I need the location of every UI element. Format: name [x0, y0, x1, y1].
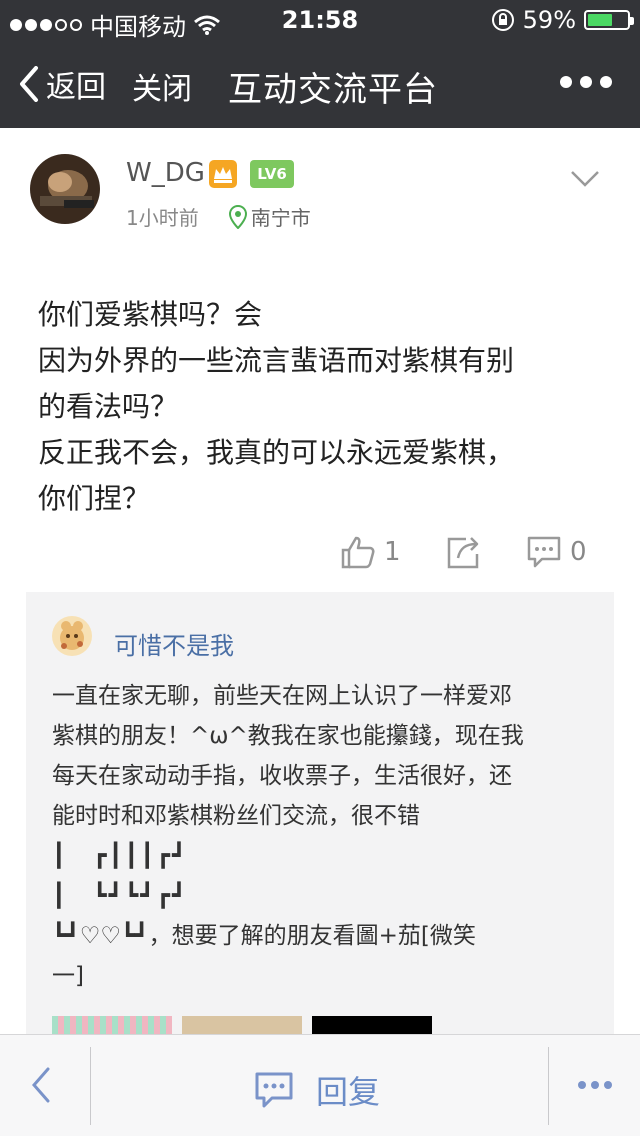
more-dots-icon[interactable]	[560, 76, 612, 88]
top-bar: 中国移动 21:58 59% 返回 关闭 互动交流平台	[0, 0, 640, 128]
comment-line: 每天在家动动手指，收收票子，生活很好，还	[52, 763, 512, 789]
bottom-bar: 回复	[0, 1034, 640, 1136]
post-line: 你们爱紫棋吗？会	[38, 298, 263, 331]
post-line: 你们捏？	[38, 482, 151, 515]
like-count: 1	[384, 537, 401, 567]
comment-icon	[255, 1072, 293, 1108]
post-line: 的看法吗？	[38, 390, 179, 423]
comment-line: ┃ ┗┛┗┛┏┛	[52, 883, 188, 909]
post-content: 你们爱紫棋吗？会 因为外界的一些流言蜚语而对紫棋有别 的看法吗？ 反正我不会，我…	[38, 292, 608, 522]
comment-text: 一直在家无聊，前些天在网上认识了一样爱邓 紫棋的朋友！^ω^教我在家也能攥錢，现…	[52, 676, 597, 996]
share-button[interactable]	[446, 534, 482, 570]
comment-card: 可惜不是我 一直在家无聊，前些天在网上认识了一样爱邓 紫棋的朋友！^ω^教我在家…	[26, 592, 614, 1052]
close-button[interactable]: 关闭	[132, 64, 192, 108]
battery-icon	[584, 10, 634, 30]
location: 南宁市	[228, 202, 311, 231]
post-time: 1小时前	[126, 206, 199, 230]
share-icon	[447, 537, 479, 569]
like-button[interactable]: 1	[340, 534, 401, 570]
reply-button[interactable]: 回复	[254, 1067, 380, 1113]
username[interactable]: W_DG	[126, 158, 205, 188]
back-chevron-icon[interactable]	[28, 1067, 52, 1103]
comment-count: 0	[570, 537, 587, 567]
chevron-down-icon[interactable]	[570, 170, 600, 188]
divider	[90, 1047, 91, 1125]
back-chevron-icon	[20, 66, 38, 102]
comment-line: ┃ ┏┃┃┃┏┛	[52, 843, 188, 869]
location-label: 南宁市	[250, 206, 311, 230]
divider	[548, 1047, 549, 1125]
post-line: 因为外界的一些流言蜚语而对紫棋有别	[38, 344, 515, 377]
status-bar: 中国移动 21:58 59%	[0, 0, 640, 41]
orientation-lock-icon	[491, 9, 514, 31]
post-line: 反正我不会，我真的可以永远爱紫棋，	[38, 436, 515, 469]
crown-icon	[209, 160, 237, 188]
comment-line: 一]	[52, 963, 84, 989]
comment-line: 紫棋的朋友！^ω^教我在家也能攥錢，现在我	[52, 723, 524, 749]
page-title: 互动交流平台	[228, 70, 438, 110]
comment-line: 一直在家无聊，前些天在网上认识了一样爱邓	[52, 683, 512, 709]
post-meta: 1小时前 南宁市	[126, 202, 311, 231]
comment-author[interactable]: 可惜不是我	[114, 626, 234, 661]
comment-avatar[interactable]	[52, 616, 92, 656]
comment-line: 能时时和邓紫棋粉丝们交流，很不错	[52, 803, 420, 829]
level-badge: LV6	[250, 160, 294, 188]
comment-icon	[527, 536, 561, 568]
reply-label: 回复	[316, 1073, 381, 1111]
avatar[interactable]	[30, 154, 100, 224]
thumbs-up-icon	[341, 536, 375, 569]
back-button[interactable]: 返回	[18, 62, 106, 106]
nav-bar: 返回 关闭 互动交流平台	[0, 40, 640, 128]
battery-percent: 59%	[522, 6, 576, 34]
location-pin-icon	[228, 204, 247, 229]
more-dots-icon[interactable]	[578, 1081, 612, 1089]
comment-button[interactable]: 0	[526, 534, 587, 570]
comment-line: ┗┛♡♡┗┛，想要了解的朋友看圖+茄[微笑	[52, 923, 476, 949]
back-label: 返回	[46, 70, 106, 105]
